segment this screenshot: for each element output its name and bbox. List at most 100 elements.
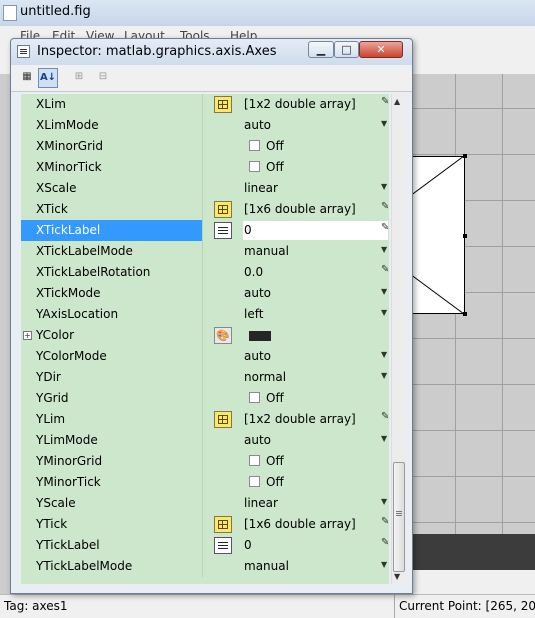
collapse-all-button[interactable]: ⊟ <box>93 68 113 88</box>
inspector-titlebar[interactable]: Inspector: matlab.graphics.axis.Axes ▁ □… <box>11 39 412 65</box>
property-value: auto <box>244 286 272 300</box>
chevron-down-icon[interactable]: ▼ <box>381 119 387 128</box>
property-row-yticklabelmode[interactable]: YTickLabelMode manual ▼ <box>21 556 389 577</box>
pencil-icon[interactable]: ✎ <box>381 201 389 212</box>
property-checkbox[interactable] <box>249 140 260 151</box>
chevron-down-icon[interactable]: ▼ <box>381 287 387 296</box>
property-name: YTickLabel <box>36 538 100 552</box>
property-row-yminorgrid[interactable]: YMinorGrid Off <box>21 451 389 472</box>
pencil-icon[interactable]: ✎ <box>381 411 389 422</box>
property-inspector-window: Inspector: matlab.graphics.axis.Axes ▁ □… <box>10 38 413 594</box>
value-edit-field[interactable] <box>243 221 388 240</box>
canvas-grid-line <box>410 384 535 385</box>
chevron-down-icon[interactable]: ▼ <box>381 182 387 191</box>
scroll-up-arrow-icon[interactable]: ▲ <box>394 97 400 106</box>
expand-all-button[interactable]: ⊞ <box>69 68 89 88</box>
property-value: manual <box>244 559 289 573</box>
property-row-xtick[interactable]: XTick [1x6 double array] ✎ <box>21 199 389 220</box>
property-name: YMinorTick <box>36 475 101 489</box>
property-row-ycolor[interactable]: + YColor 🎨 <box>21 325 389 346</box>
categorize-button[interactable]: ▦ <box>17 68 37 88</box>
property-value: [1x6 double array] <box>244 202 356 216</box>
resize-handle[interactable] <box>463 154 467 158</box>
column-separator <box>202 178 203 199</box>
array-editor-icon[interactable] <box>214 201 232 218</box>
chevron-down-icon[interactable]: ▼ <box>381 371 387 380</box>
canvas-dark-band <box>410 534 535 570</box>
pencil-icon[interactable]: ✎ <box>381 96 389 107</box>
property-value: Off <box>266 160 284 174</box>
resize-handle[interactable] <box>463 312 467 316</box>
column-separator <box>202 556 203 577</box>
property-name: XTickLabelMode <box>36 244 133 258</box>
property-name: XMinorGrid <box>36 139 103 153</box>
property-checkbox[interactable] <box>249 392 260 403</box>
array-editor-icon[interactable] <box>214 411 232 428</box>
array-editor-icon[interactable] <box>214 516 232 533</box>
property-name: XTick <box>36 202 68 216</box>
text-editor-icon[interactable] <box>214 537 232 554</box>
scroll-down-arrow-icon[interactable]: ▼ <box>394 572 400 581</box>
property-row-ylimmode[interactable]: YLimMode auto ▼ <box>21 430 389 451</box>
property-row-xminortick[interactable]: XMinorTick Off <box>21 157 389 178</box>
property-value: normal <box>244 370 287 384</box>
chevron-down-icon[interactable]: ▼ <box>381 350 387 359</box>
property-value[interactable]: 0 <box>244 223 252 237</box>
color-picker-icon[interactable]: 🎨 <box>214 327 232 344</box>
vertical-scrollbar[interactable]: ▲ ▼ <box>391 94 407 584</box>
property-row-xticklabelrotation[interactable]: XTickLabelRotation 0.0 ✎ <box>21 262 389 283</box>
property-row-xminorgrid[interactable]: XMinorGrid Off <box>21 136 389 157</box>
close-button[interactable]: ✕ <box>359 41 403 58</box>
property-row-yticklabel[interactable]: YTickLabel 0 ✎ <box>21 535 389 556</box>
figure-file-icon <box>3 5 17 21</box>
status-tag: Tag: axes1 <box>4 599 68 613</box>
property-row-xticklabel[interactable]: XTickLabel 0 ✎ <box>21 220 389 241</box>
chevron-down-icon[interactable]: ▼ <box>381 560 387 569</box>
chevron-down-icon[interactable]: ▼ <box>381 245 387 254</box>
color-swatch[interactable] <box>249 331 271 341</box>
pencil-icon[interactable]: ✎ <box>381 264 389 275</box>
inspector-title: Inspector: matlab.graphics.axis.Axes <box>37 44 277 59</box>
property-checkbox[interactable] <box>249 161 260 172</box>
pencil-icon[interactable]: ✎ <box>381 222 389 233</box>
property-row-xticklabelmode[interactable]: XTickLabelMode manual ▼ <box>21 241 389 262</box>
property-row-xlimmode[interactable]: XLimMode auto ▼ <box>21 115 389 136</box>
text-editor-icon[interactable] <box>214 222 232 239</box>
chevron-down-icon[interactable]: ▼ <box>381 434 387 443</box>
column-separator <box>202 493 203 514</box>
property-row-xlim[interactable]: XLim [1x2 double array] ✎ <box>21 94 389 115</box>
property-checkbox[interactable] <box>249 455 260 466</box>
property-row-ytick[interactable]: YTick [1x6 double array] ✎ <box>21 514 389 535</box>
expand-icon[interactable]: + <box>23 331 32 340</box>
property-row-yaxislocation[interactable]: YAxisLocation left ▼ <box>21 304 389 325</box>
property-row-ycolormode[interactable]: YColorMode auto ▼ <box>21 346 389 367</box>
chevron-down-icon[interactable]: ▼ <box>381 497 387 506</box>
sort-alphabetically-button[interactable]: A↓ <box>38 68 58 88</box>
property-row-yminortick[interactable]: YMinorTick Off <box>21 472 389 493</box>
status-bar: Tag: axes1 Current Point: [265, 201] <box>0 594 535 618</box>
property-value: [1x2 double array] <box>244 97 356 111</box>
property-row-xtickmode[interactable]: XTickMode auto ▼ <box>21 283 389 304</box>
resize-handle[interactable] <box>463 234 467 238</box>
collapse-all-icon: ⊟ <box>98 71 108 82</box>
minimize-button[interactable]: ▁ <box>308 41 334 58</box>
chevron-down-icon[interactable]: ▼ <box>381 308 387 317</box>
property-checkbox[interactable] <box>249 476 260 487</box>
figure-titlebar: untitled.fig <box>0 0 535 26</box>
property-row-yscale[interactable]: YScale linear ▼ <box>21 493 389 514</box>
property-value: Off <box>266 454 284 468</box>
pencil-icon[interactable]: ✎ <box>381 516 389 527</box>
column-separator <box>202 115 203 136</box>
axes-object[interactable] <box>410 156 465 314</box>
pencil-icon[interactable]: ✎ <box>381 537 389 548</box>
column-separator <box>202 430 203 451</box>
property-row-xscale[interactable]: XScale linear ▼ <box>21 178 389 199</box>
property-row-ygrid[interactable]: YGrid Off <box>21 388 389 409</box>
canvas-grid-line <box>410 522 535 523</box>
array-editor-icon[interactable] <box>214 96 232 113</box>
property-row-ydir[interactable]: YDir normal ▼ <box>21 367 389 388</box>
column-separator <box>202 325 203 346</box>
scrollbar-thumb[interactable] <box>393 462 405 572</box>
maximize-button[interactable]: □ <box>334 41 359 58</box>
property-row-ylim[interactable]: YLim [1x2 double array] ✎ <box>21 409 389 430</box>
